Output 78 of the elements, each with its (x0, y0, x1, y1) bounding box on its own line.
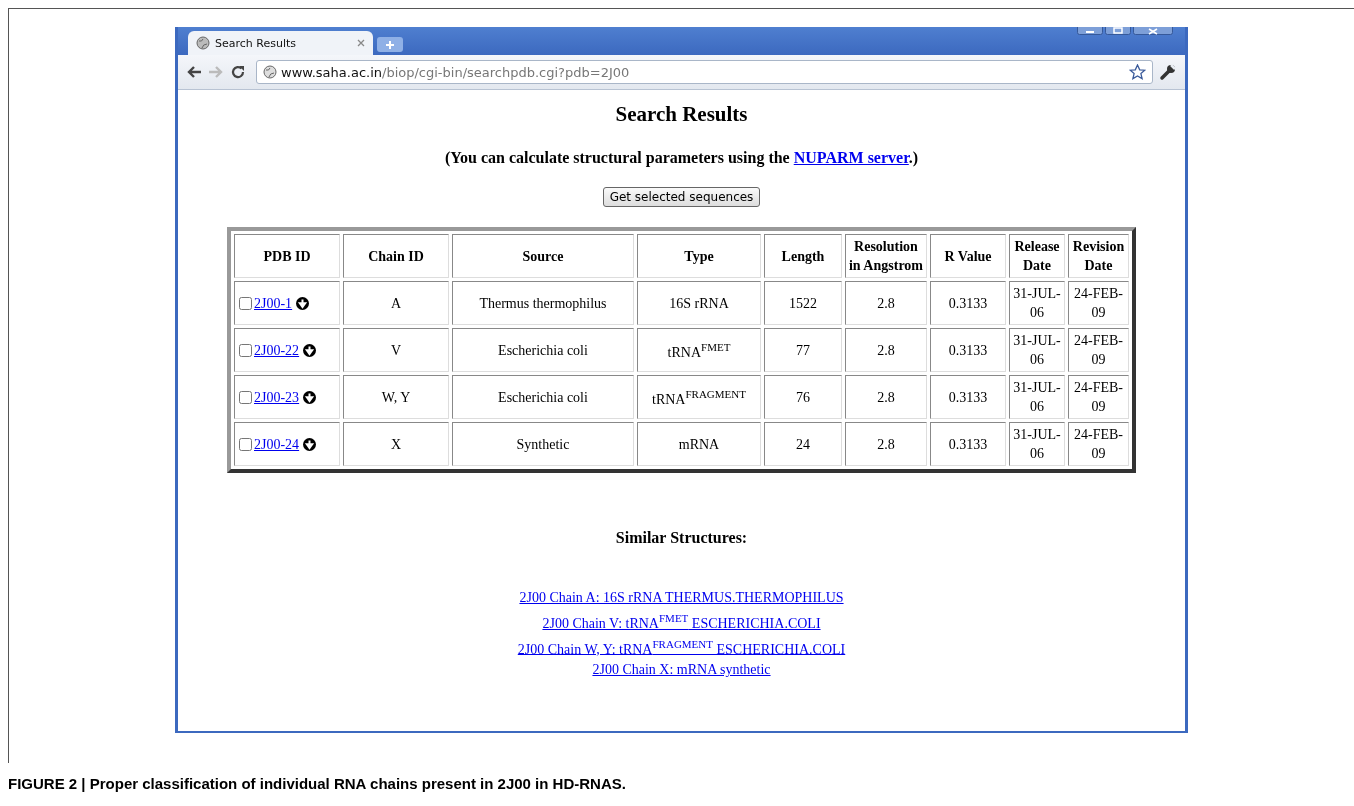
column-header: R Value (930, 234, 1006, 278)
back-arrow-icon[interactable] (186, 65, 202, 79)
table-cell: V (343, 328, 449, 372)
table-cell: tRNA$^{FRAGMENT}$ (637, 375, 761, 419)
new-tab-button[interactable] (377, 37, 403, 52)
table-cell: mRNA (637, 422, 761, 466)
globe-icon (263, 65, 277, 79)
plus-icon (385, 39, 395, 50)
server-link[interactable]: NUPARM server (793, 149, 909, 166)
column-header: Source (452, 234, 634, 278)
table-cell: 16S rRNA (637, 281, 761, 325)
globe-icon (196, 36, 210, 50)
table-cell: X (343, 422, 449, 466)
pdb-id-link[interactable]: 2J00-1 (254, 296, 293, 312)
minimize-icon[interactable] (1077, 27, 1103, 35)
pdb-id-link[interactable]: 2J00-23 (254, 390, 300, 406)
pdb-id-link[interactable]: 2J00-22 (254, 343, 300, 359)
column-header: Revision Date (1068, 234, 1129, 278)
url-text: www.saha.ac.in/biop/cgi-bin/searchpdb.cgi?pdb=2J00 (281, 64, 630, 80)
table-cell: tRNA$^{FMET}$ (637, 328, 761, 372)
column-header: PDB ID (234, 234, 340, 278)
table-cell: 0.3133 (930, 422, 1006, 466)
close-icon[interactable] (357, 39, 365, 47)
column-header: Resolution in Angstrom (845, 234, 927, 278)
reload-icon[interactable] (230, 64, 246, 80)
address-bar[interactable]: www.saha.ac.in/biop/cgi-bin/searchpdb.cgi?pdb=2J00 (256, 60, 1153, 84)
row-checkbox[interactable] (239, 297, 252, 311)
table-cell: 31-JUL-06 (1009, 422, 1065, 466)
table-cell: 2.8 (845, 328, 927, 372)
structure-link[interactable]: 2J00 Chain X: mRNA synthetic (592, 659, 771, 681)
table-cell: 1522 (764, 281, 842, 325)
table-cell: 2.8 (845, 375, 927, 419)
maximize-icon[interactable] (1105, 27, 1131, 35)
table-cell: Escherichia coli (452, 375, 634, 419)
close-icon[interactable] (1133, 27, 1173, 35)
table-cell: 0.3133 (930, 375, 1006, 419)
table-cell: 31-JUL-06 (1009, 328, 1065, 372)
column-header: Release Date (1009, 234, 1065, 278)
table-cell: 24 (764, 422, 842, 466)
info-text: (You can calculate structural parameters using the NUPARM server.) (443, 149, 920, 167)
table-cell: 0.3133 (930, 281, 1006, 325)
section-heading: Similar Structures: (614, 529, 749, 547)
download-icon[interactable] (296, 297, 310, 311)
figure-caption: FIGURE 2 | Proper classification of individual RNA chains present in 2J00 in HD-RNAS. (8, 775, 627, 792)
table-cell: 31-JUL-06 (1009, 375, 1065, 419)
row-checkbox[interactable] (239, 438, 252, 452)
table-cell: 76 (764, 375, 842, 419)
table-cell: 0.3133 (930, 328, 1006, 372)
table-cell: 24-FEB-09 (1068, 328, 1129, 372)
table-cell: 2.8 (845, 281, 927, 325)
table-cell: 24-FEB-09 (1068, 375, 1129, 419)
table-cell: A (343, 281, 449, 325)
structure-link[interactable]: 2J00 Chain V: tRNA$^{FMET}$ ESCHERICHIA.COLI (542, 608, 821, 634)
row-checkbox[interactable] (239, 391, 252, 405)
table-cell: Thermus thermophilus (452, 281, 634, 325)
table-cell: 77 (764, 328, 842, 372)
pdb-id-link[interactable]: 2J00-24 (254, 437, 300, 453)
download-icon[interactable] (303, 344, 317, 358)
get-sequences-button[interactable]: Get selected sequences (602, 187, 761, 207)
table-cell: 31-JUL-06 (1009, 281, 1065, 325)
star-icon[interactable] (1129, 64, 1146, 80)
download-icon[interactable] (303, 391, 317, 405)
browser-tab[interactable]: Search Results (188, 31, 373, 55)
page-heading: Search Results (614, 101, 749, 127)
column-header: Chain ID (343, 234, 449, 278)
table-cell: 24-FEB-09 (1068, 422, 1129, 466)
structure-link[interactable]: 2J00 Chain W, Y: tRNA$^{FRAGMENT}$ ESCHERICHIA.COLI (517, 633, 846, 660)
table-cell: W, Y (343, 375, 449, 419)
table-cell: 2.8 (845, 422, 927, 466)
structure-link[interactable]: 2J00 Chain A: 16S rRNA THERMUS.THERMOPHILUS (519, 587, 844, 608)
table-cell: 24-FEB-09 (1068, 281, 1129, 325)
column-header: Length (764, 234, 842, 278)
column-header: Type (637, 234, 761, 278)
wrench-icon[interactable] (1159, 63, 1177, 81)
table-cell: Escherichia coli (452, 328, 634, 372)
row-checkbox[interactable] (239, 344, 252, 358)
table-cell: Synthetic (452, 422, 634, 466)
download-icon[interactable] (303, 438, 317, 452)
